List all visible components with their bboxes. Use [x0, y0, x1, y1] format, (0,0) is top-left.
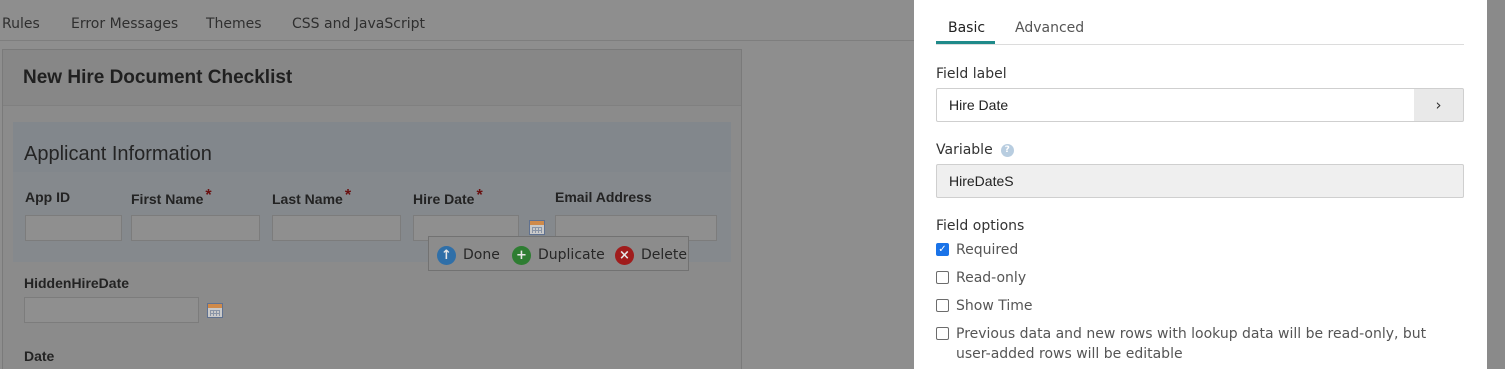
input-hidden-hire-date[interactable]	[24, 297, 199, 323]
duplicate-button[interactable]: + Duplicate	[512, 245, 605, 265]
plus-circle-icon: +	[512, 245, 531, 265]
field-label-expand-button[interactable]: ›	[1414, 88, 1464, 122]
tab-themes[interactable]: Themes	[206, 16, 262, 32]
label-last-name: Last Name *	[272, 187, 352, 207]
tab-css-javascript[interactable]: CSS and JavaScript	[292, 16, 425, 32]
field-toolbar: ↑ Done + Duplicate × Delete	[428, 236, 689, 271]
done-button[interactable]: ↑ Done	[437, 245, 500, 265]
properties-tabs: Basic Advanced	[936, 0, 1464, 45]
input-last-name[interactable]	[272, 215, 401, 241]
field-label-heading: Field label	[936, 66, 1007, 82]
required-marker: *	[476, 187, 483, 204]
tab-rules[interactable]: Rules	[2, 16, 40, 32]
label-first-name: First Name *	[131, 187, 212, 207]
question-circle-icon[interactable]: ?	[1000, 143, 1014, 157]
label-hire-date: Hire Date *	[413, 187, 483, 207]
input-first-name[interactable]	[131, 215, 260, 241]
arrow-up-circle-icon: ↑	[437, 245, 456, 265]
lookup-readonly-checkbox[interactable]	[936, 327, 949, 340]
read-only-checkbox[interactable]	[936, 271, 949, 284]
label-date: Date	[24, 348, 55, 364]
designer-tabs: Rules Error Messages Themes CSS and Java…	[0, 0, 914, 41]
form-designer-backdrop: Rules Error Messages Themes CSS and Java…	[0, 0, 914, 369]
required-checkbox[interactable]: ✓	[936, 243, 949, 256]
variable-heading: Variable?	[936, 142, 1014, 158]
section-title: Applicant Information	[24, 143, 212, 165]
option-show-time[interactable]: Show Time	[936, 296, 1033, 316]
chevron-right-icon: ›	[1435, 96, 1442, 114]
calendar-icon[interactable]	[529, 220, 545, 235]
show-time-checkbox[interactable]	[936, 299, 949, 312]
option-required[interactable]: ✓ Required	[936, 240, 1018, 260]
x-circle-icon: ×	[615, 245, 634, 265]
field-properties-panel: Basic Advanced Field label Hire Date › V…	[914, 0, 1487, 369]
option-lookup-readonly[interactable]: Previous data and new rows with lookup d…	[936, 324, 1436, 364]
section-header: Applicant Information	[13, 122, 731, 172]
label-hidden-hire-date: HiddenHireDate	[24, 275, 130, 291]
option-read-only[interactable]: Read-only	[936, 268, 1026, 288]
required-marker: *	[344, 187, 352, 204]
tab-advanced[interactable]: Advanced	[1015, 20, 1084, 36]
field-label-input[interactable]: Hire Date	[936, 88, 1415, 122]
variable-input: HireDateS	[936, 164, 1464, 198]
label-app-id: App ID	[25, 189, 71, 205]
input-app-id[interactable]	[25, 215, 122, 241]
form-canvas: New Hire Document Checklist Applicant In…	[2, 49, 742, 369]
active-tab-indicator	[936, 41, 995, 44]
label-email-address: Email Address	[555, 189, 652, 205]
delete-button[interactable]: × Delete	[615, 245, 687, 265]
tab-error-messages[interactable]: Error Messages	[71, 16, 178, 32]
page-scrollbar-area[interactable]	[1487, 0, 1505, 369]
tab-basic[interactable]: Basic	[948, 20, 985, 36]
required-marker: *	[205, 187, 212, 204]
calendar-icon[interactable]	[207, 303, 223, 318]
form-title: New Hire Document Checklist	[23, 67, 293, 88]
field-options-heading: Field options	[936, 218, 1025, 234]
form-header: New Hire Document Checklist	[3, 50, 741, 106]
